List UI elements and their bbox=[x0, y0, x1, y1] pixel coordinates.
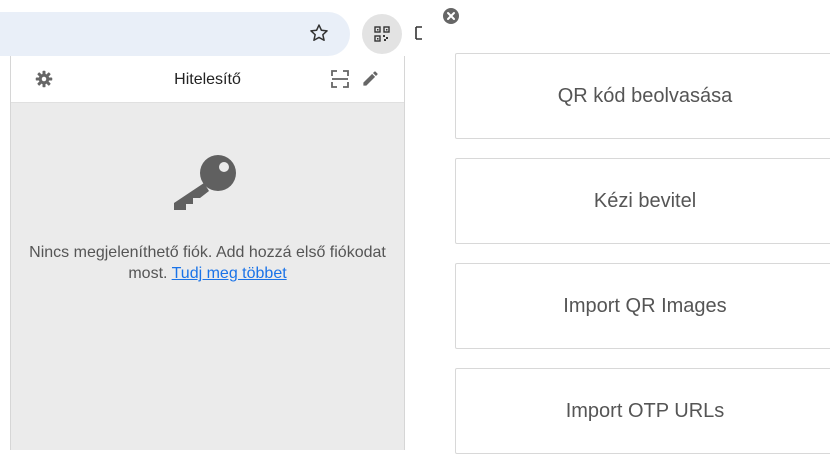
authenticator-popup: Hitelesítő Nincs megjeleníthető fiók. Ad… bbox=[10, 56, 405, 450]
manual-entry-button[interactable]: Kézi bevitel bbox=[455, 158, 830, 244]
star-icon[interactable] bbox=[306, 20, 332, 46]
qr-extension-icon bbox=[374, 26, 390, 42]
scan-qr-icon[interactable] bbox=[331, 70, 349, 88]
key-icon bbox=[174, 155, 236, 210]
address-bar[interactable] bbox=[0, 12, 350, 56]
browser-toolbar-area: Hitelesítő Nincs megjeleníthető fiók. Ad… bbox=[0, 0, 424, 450]
import-otp-urls-button[interactable]: Import OTP URLs bbox=[455, 368, 830, 454]
import-qr-images-button[interactable]: Import QR Images bbox=[455, 263, 830, 349]
pencil-icon[interactable] bbox=[361, 69, 380, 88]
popup-header: Hitelesítő bbox=[11, 56, 404, 103]
learn-more-link[interactable]: Tudj meg többet bbox=[172, 265, 287, 282]
extension-icon-partial[interactable] bbox=[414, 18, 424, 48]
authenticator-extension-button[interactable] bbox=[362, 14, 402, 54]
empty-state-message: Nincs megjeleníthető fiók. Add hozzá els… bbox=[11, 242, 404, 284]
scan-qr-code-button[interactable]: QR kód beolvasása bbox=[455, 53, 830, 139]
close-icon[interactable] bbox=[442, 7, 460, 25]
